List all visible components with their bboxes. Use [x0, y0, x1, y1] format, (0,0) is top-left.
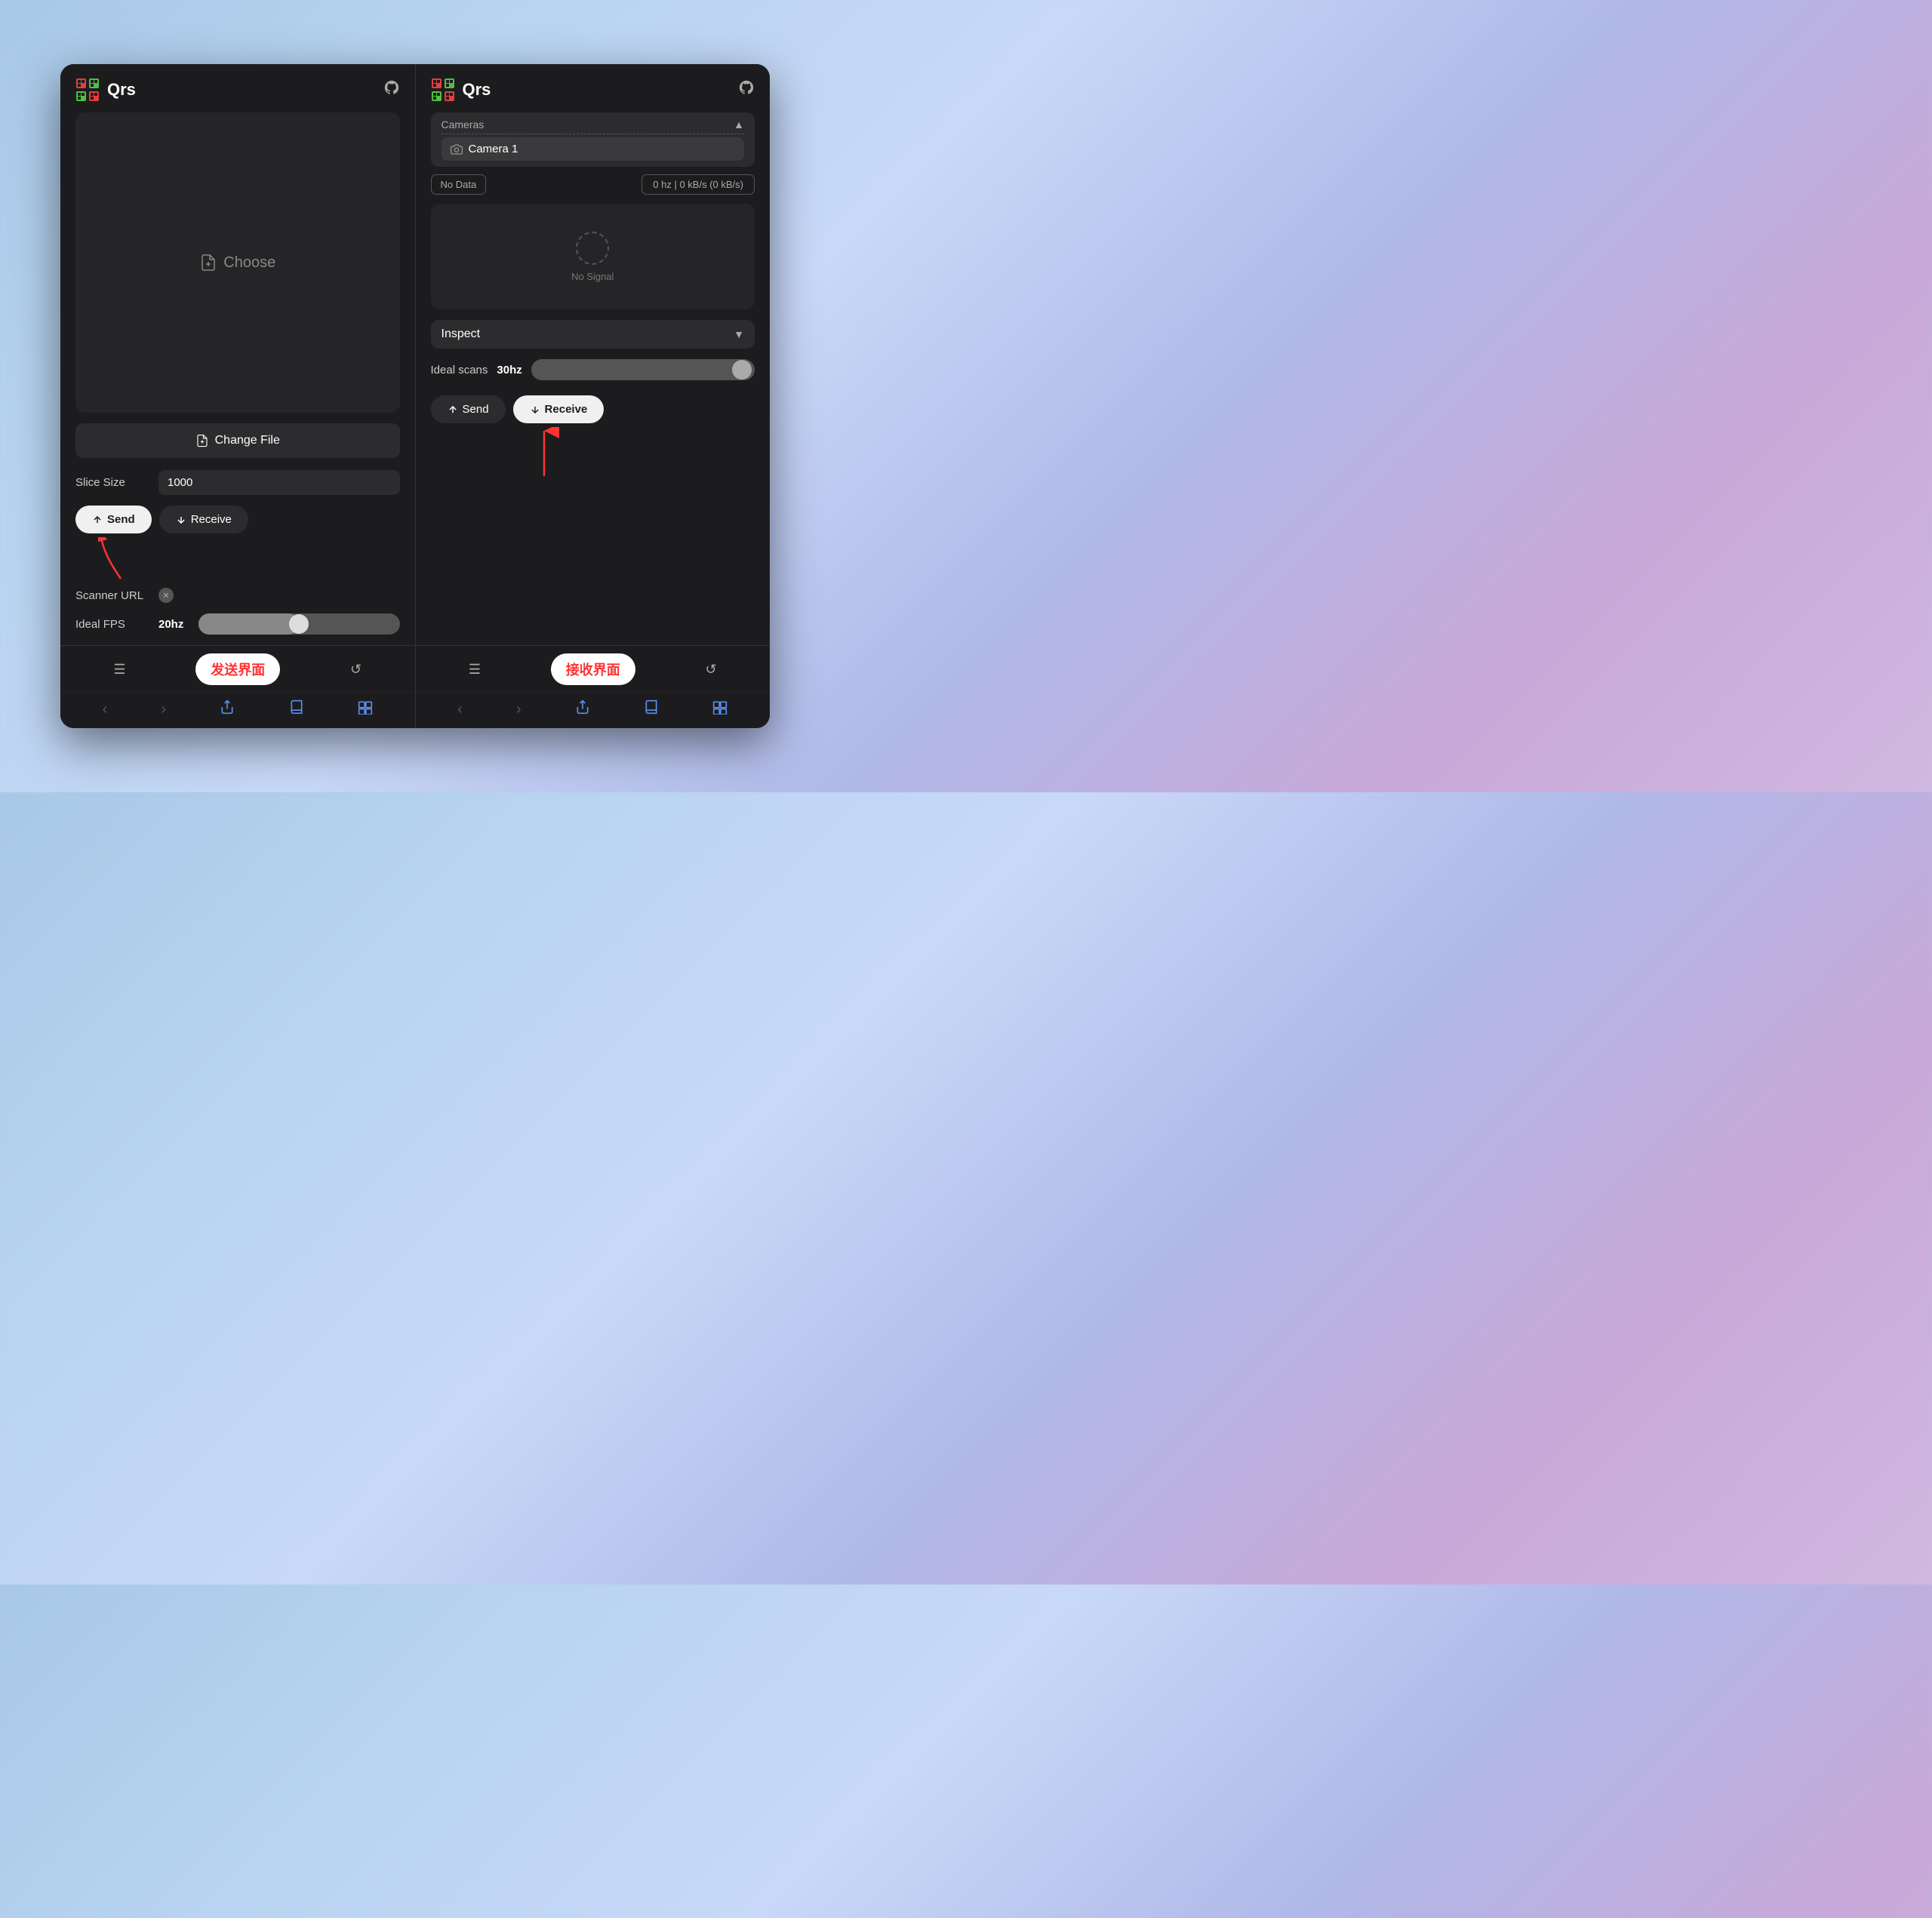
- right-content: Cameras ▲ Camera 1 No Data 0 hz | 0 kB/s…: [416, 112, 771, 645]
- slice-size-label: Slice Size: [75, 476, 151, 489]
- right-action-area: Send Receive: [431, 395, 755, 434]
- ideal-scans-label: Ideal scans: [431, 364, 488, 377]
- receive-arrow-annotation: [521, 427, 567, 484]
- right-send-label: Send: [463, 403, 489, 416]
- ideal-fps-slider[interactable]: [198, 613, 399, 635]
- change-file-button[interactable]: Change File: [75, 423, 400, 458]
- scanner-url-clear-button[interactable]: ✕: [158, 588, 174, 603]
- right-receive-icon: [530, 404, 540, 415]
- change-file-label: Change File: [215, 434, 280, 447]
- right-tab-refresh-icon[interactable]: ↺: [700, 659, 723, 681]
- slice-size-row: Slice Size: [75, 470, 400, 495]
- left-label-bubble: 发送界面: [195, 653, 280, 685]
- send-receive-row: Send Receive: [75, 506, 400, 533]
- left-nav-back-icon[interactable]: ‹: [103, 701, 108, 718]
- inspect-dropdown[interactable]: Inspect ▼: [431, 320, 755, 349]
- right-logo-area: Qrs: [431, 78, 491, 102]
- left-nav-bar: ‹ ›: [60, 691, 415, 728]
- right-nav-back-icon[interactable]: ‹: [457, 701, 463, 718]
- no-signal-text: No Signal: [571, 271, 614, 282]
- right-nav-forward-icon[interactable]: ›: [516, 701, 521, 718]
- left-logo-area: Qrs: [75, 78, 136, 102]
- left-nav-share-icon[interactable]: [220, 699, 235, 719]
- send-icon: [92, 515, 103, 525]
- ideal-scans-value: 30hz: [497, 364, 521, 377]
- receive-label: Receive: [191, 513, 232, 526]
- change-file-icon: [195, 434, 209, 447]
- no-signal-circle: [576, 232, 609, 265]
- choose-file-icon: [199, 254, 217, 272]
- cameras-label: Cameras: [441, 118, 485, 131]
- right-receive-label: Receive: [545, 403, 588, 416]
- status-row: No Data 0 hz | 0 kB/s (0 kB/s): [431, 174, 755, 195]
- red-arrow-up-icon: [521, 427, 567, 480]
- cameras-header: Cameras ▲: [441, 118, 745, 134]
- cameras-chevron-icon[interactable]: ▲: [734, 118, 744, 131]
- right-header: Qrs: [416, 64, 771, 112]
- right-github-icon[interactable]: [738, 79, 755, 100]
- slice-size-input[interactable]: [158, 470, 400, 495]
- camera-icon: [451, 143, 463, 155]
- left-header: Qrs: [60, 64, 415, 112]
- inspect-label: Inspect: [441, 327, 481, 341]
- choose-label: Choose: [223, 254, 275, 272]
- choose-button[interactable]: Choose: [199, 254, 275, 272]
- right-send-receive-row: Send Receive: [431, 395, 755, 423]
- ideal-fps-row: Ideal FPS 20hz: [75, 613, 400, 635]
- right-app-title: Qrs: [463, 80, 491, 100]
- ideal-fps-label: Ideal FPS: [75, 618, 151, 631]
- ideal-scans-slider[interactable]: [531, 359, 755, 380]
- cameras-dropdown: Cameras ▲ Camera 1: [431, 112, 755, 167]
- left-tab-refresh-icon[interactable]: ↺: [344, 659, 368, 681]
- right-send-button[interactable]: Send: [431, 395, 506, 423]
- left-panel: Qrs Choose: [60, 64, 416, 728]
- right-app-logo-icon: [431, 78, 455, 102]
- right-nav-book-icon[interactable]: [644, 699, 659, 719]
- send-arrow-annotation: [98, 537, 136, 582]
- ideal-fps-value: 20hz: [158, 618, 183, 631]
- data-stats-badge: 0 hz | 0 kB/s (0 kB/s): [641, 174, 755, 195]
- right-receive-button[interactable]: Receive: [513, 395, 605, 423]
- app-container: Qrs Choose: [60, 64, 770, 728]
- camera1-label: Camera 1: [469, 143, 518, 155]
- receive-button[interactable]: Receive: [159, 506, 248, 533]
- left-content: Choose Change File Slice Size: [60, 112, 415, 645]
- right-tab-bar: ☰ 接收界面 ↺: [416, 645, 771, 691]
- left-tab-list-icon[interactable]: ☰: [107, 659, 131, 681]
- receive-icon: [176, 515, 186, 525]
- inspect-chevron-icon: ▼: [734, 328, 744, 340]
- send-label: Send: [107, 513, 135, 526]
- camera1-item[interactable]: Camera 1: [441, 137, 745, 161]
- right-label-bubble: 接收界面: [551, 653, 635, 685]
- file-drop-area[interactable]: Choose: [75, 112, 400, 413]
- ideal-scans-row: Ideal scans 30hz: [431, 359, 755, 380]
- left-tab-bar: ☰ 发送界面 ↺: [60, 645, 415, 691]
- right-tab-list-icon[interactable]: ☰: [463, 659, 487, 681]
- left-nav-tabs-icon[interactable]: [358, 699, 373, 719]
- scanner-url-label: Scanner URL: [75, 589, 151, 602]
- right-panel: Qrs Cameras ▲ Camer: [416, 64, 771, 728]
- left-app-title: Qrs: [107, 80, 136, 100]
- left-nav-book-icon[interactable]: [289, 699, 304, 719]
- no-data-badge: No Data: [431, 174, 487, 195]
- app-logo-icon: [75, 78, 100, 102]
- send-button[interactable]: Send: [75, 506, 152, 533]
- red-arrow-icon: [98, 537, 136, 582]
- left-github-icon[interactable]: [383, 79, 400, 100]
- camera-preview: No Signal: [431, 204, 755, 309]
- scanner-url-area: ✕: [158, 588, 400, 603]
- right-nav-bar: ‹ ›: [416, 691, 771, 728]
- scanner-url-row: Scanner URL ✕: [75, 588, 400, 603]
- right-send-icon: [448, 404, 458, 415]
- left-nav-forward-icon[interactable]: ›: [162, 701, 167, 718]
- right-nav-share-icon[interactable]: [575, 699, 590, 719]
- right-nav-tabs-icon[interactable]: [712, 699, 728, 719]
